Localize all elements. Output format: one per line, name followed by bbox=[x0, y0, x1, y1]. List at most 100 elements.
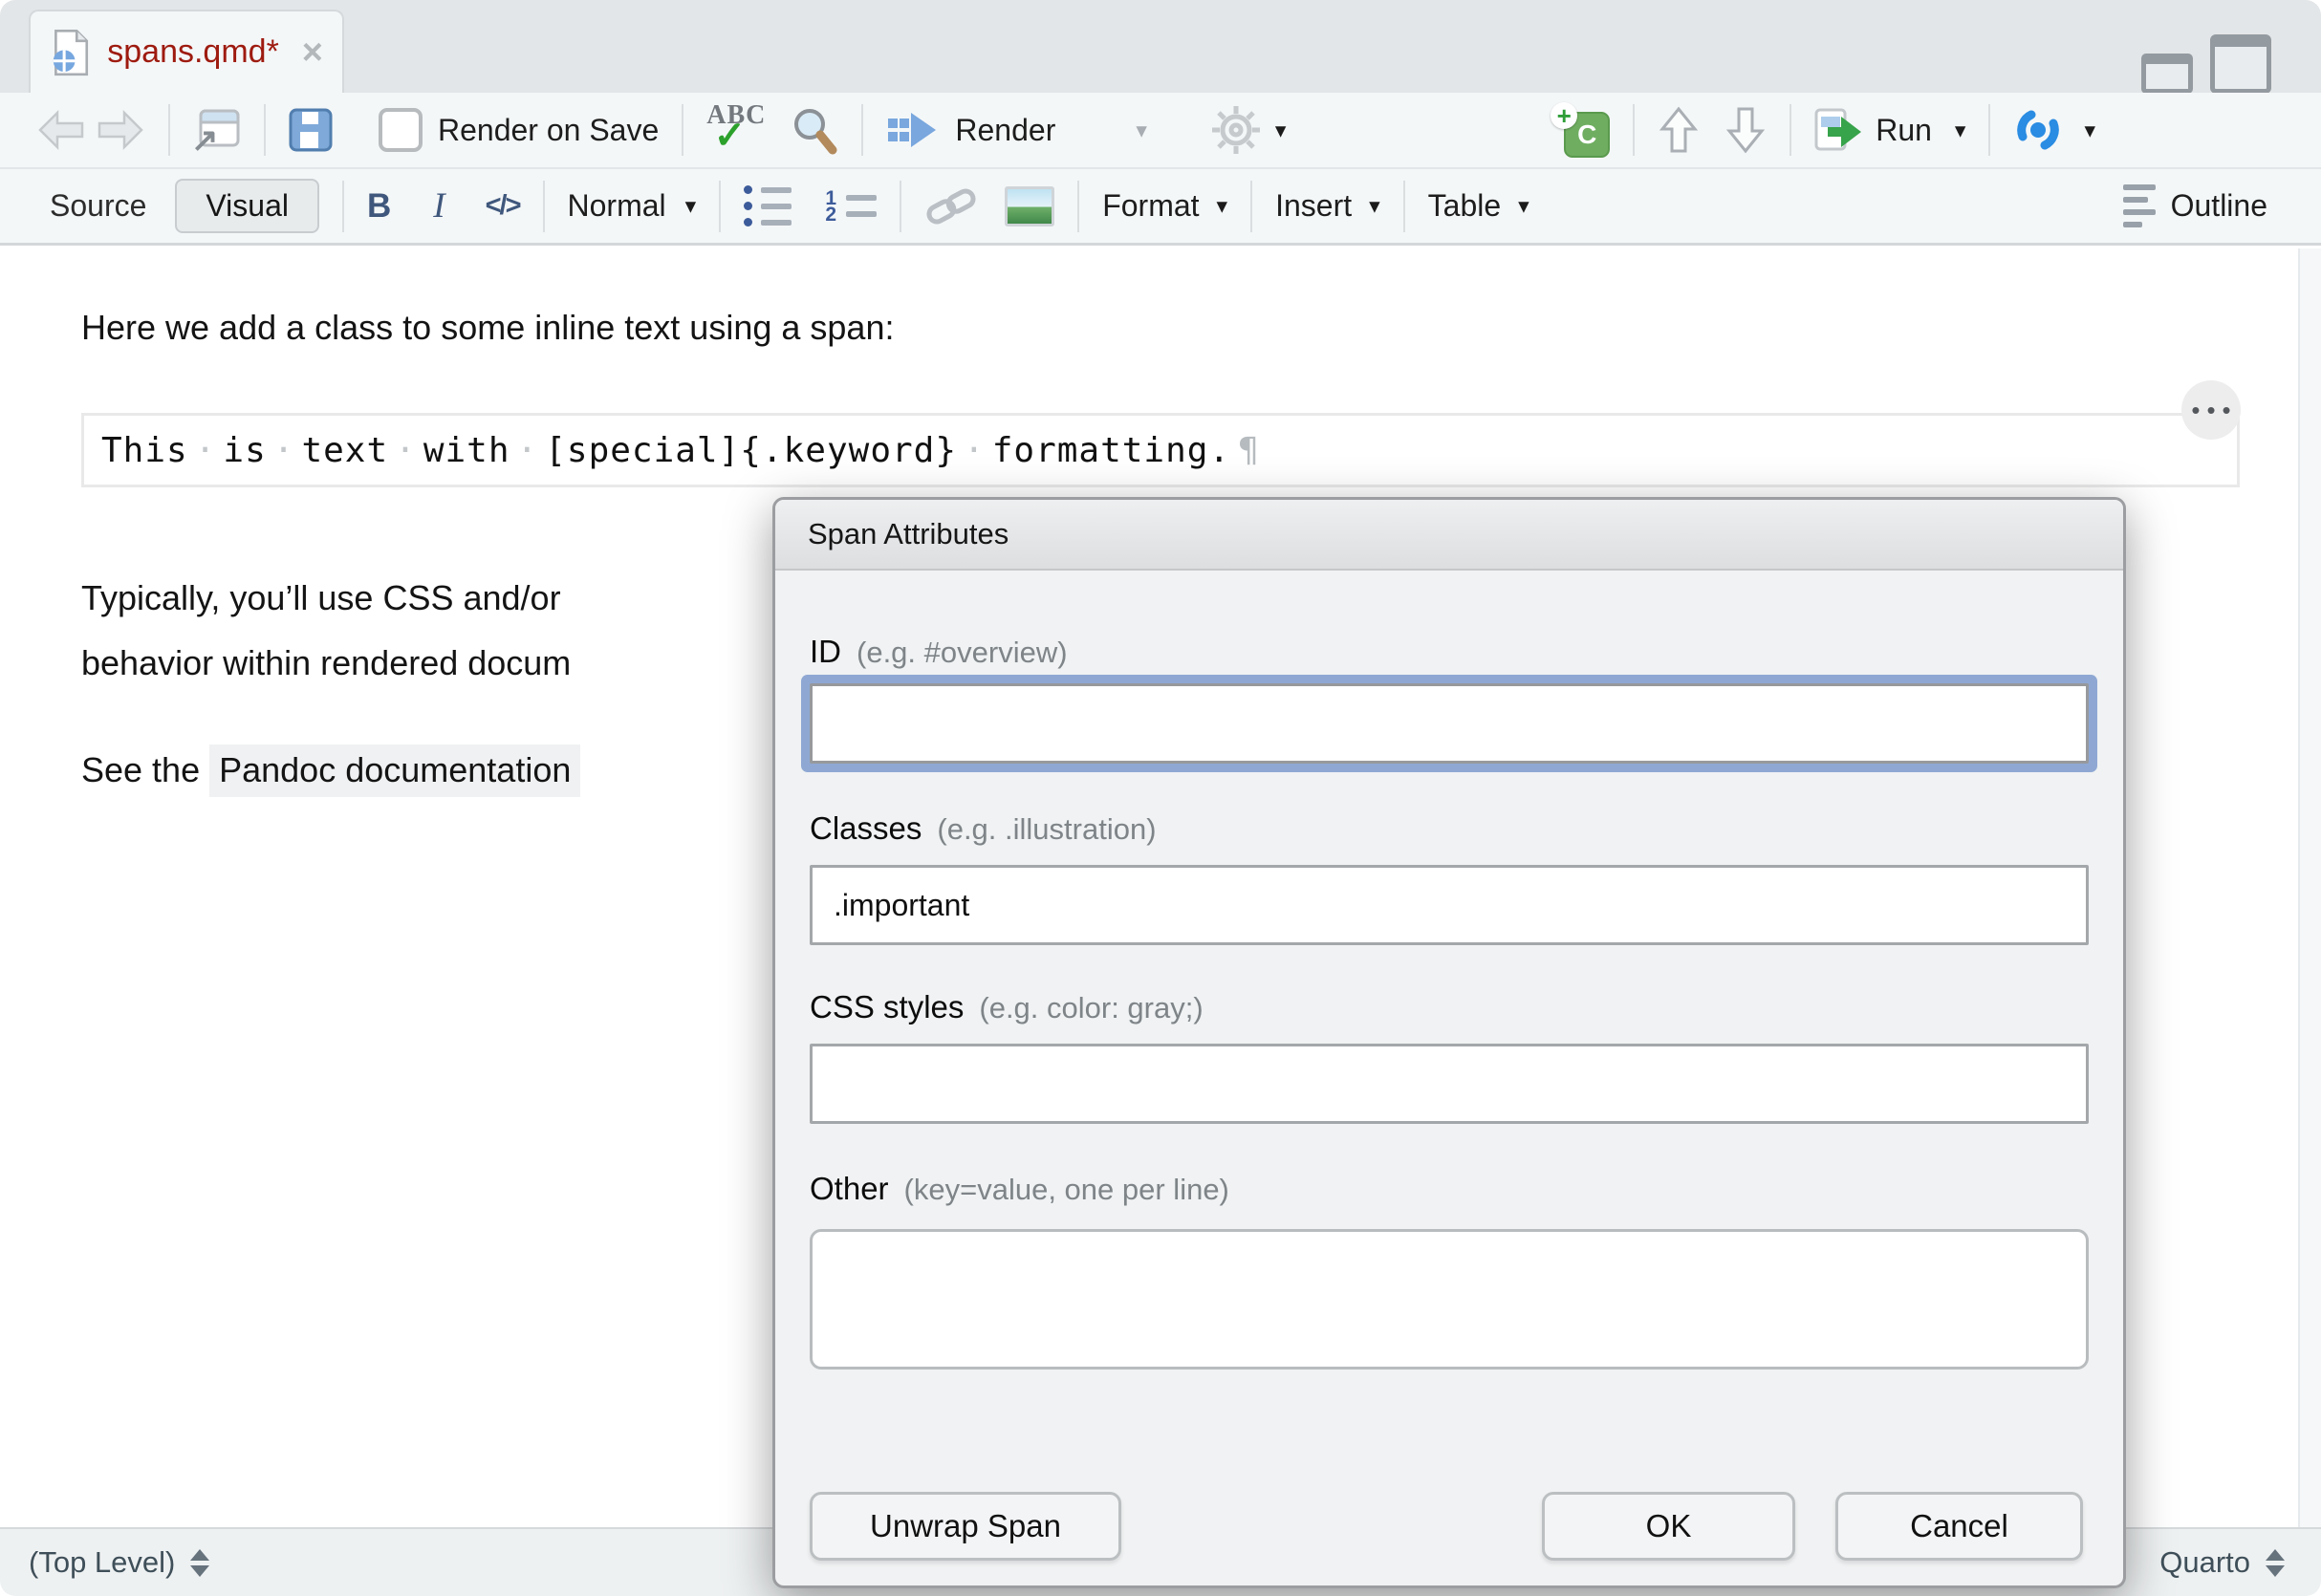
insert-dropdown-icon: ▾ bbox=[1369, 193, 1380, 219]
paragraph-3-prefix: See the bbox=[81, 750, 209, 789]
insert-menu-label: Insert bbox=[1275, 188, 1352, 224]
save-button[interactable] bbox=[289, 108, 333, 152]
scope-selector[interactable]: (Top Level) bbox=[29, 1545, 209, 1580]
format-menu[interactable]: Format ▾ bbox=[1102, 188, 1227, 224]
style-dropdown-icon: ▾ bbox=[685, 193, 697, 219]
cancel-button[interactable]: Cancel bbox=[1835, 1492, 2083, 1561]
italic-button[interactable]: I bbox=[433, 185, 445, 226]
ellipsis-icon: ••• bbox=[2191, 396, 2237, 425]
search-icon bbox=[791, 105, 838, 155]
rerun-setup-button[interactable]: ▾ bbox=[2013, 105, 2095, 155]
run-button[interactable]: Run ▾ bbox=[1814, 108, 1965, 152]
span-attributes-edit-button[interactable]: ••• bbox=[2181, 380, 2241, 440]
forward-button[interactable] bbox=[96, 109, 145, 151]
tab-bar: spans.qmd* × bbox=[0, 0, 2321, 95]
render-on-save-checkbox[interactable] bbox=[379, 108, 423, 152]
spellcheck-check-icon: ✓ bbox=[714, 120, 747, 151]
editor-toolbar: ↗ Render on Save ABC ✓ bbox=[0, 93, 2321, 169]
visual-editor-toolbar: Source Visual B I </> Normal ▾ 1 2 bbox=[0, 169, 2321, 246]
render-button[interactable]: Render bbox=[886, 109, 1055, 151]
bold-button[interactable]: B bbox=[367, 187, 391, 226]
other-field-hint: (key=value, one per line) bbox=[904, 1173, 1229, 1206]
sync-icon bbox=[2013, 105, 2063, 155]
run-icon bbox=[1814, 108, 1862, 152]
image-button[interactable] bbox=[1005, 186, 1054, 226]
down-arrow-icon bbox=[1724, 105, 1767, 155]
format-dropdown-icon: ▾ bbox=[1217, 193, 1228, 219]
forward-arrow-icon bbox=[96, 109, 145, 151]
next-section-button[interactable] bbox=[1724, 105, 1767, 155]
settings-button[interactable]: ▾ bbox=[1210, 104, 1287, 156]
save-icon bbox=[289, 108, 333, 152]
rerun-dropdown-icon: ▾ bbox=[2084, 118, 2095, 143]
run-label: Run bbox=[1876, 113, 1932, 148]
id-field-hint: (e.g. #overview) bbox=[857, 636, 1068, 669]
render-icon bbox=[886, 109, 938, 151]
source-mode-button[interactable]: Source bbox=[50, 188, 146, 224]
open-in-new-window-button[interactable]: ↗ bbox=[193, 106, 241, 154]
spellcheck-button[interactable]: ABC ✓ bbox=[706, 105, 766, 151]
css-field-label: CSS styles(e.g. color: gray;) bbox=[810, 989, 1204, 1025]
other-input[interactable] bbox=[810, 1229, 2089, 1370]
gear-icon bbox=[1210, 104, 1262, 156]
editor-paragraph-1[interactable]: Here we add a class to some inline text … bbox=[81, 308, 894, 348]
maximize-pane-icon[interactable] bbox=[2210, 34, 2271, 94]
visual-mode-button[interactable]: Visual bbox=[175, 179, 319, 233]
editor-paragraph-3[interactable]: See the Pandoc documentation bbox=[81, 750, 580, 790]
editor-scrollbar-gutter[interactable] bbox=[2298, 248, 2321, 1527]
back-arrow-icon bbox=[36, 109, 86, 151]
classes-field-label: Classes(e.g. .illustration) bbox=[810, 810, 1157, 847]
classes-input[interactable] bbox=[810, 865, 2089, 945]
paragraph-style-dropdown[interactable]: Normal ▾ bbox=[568, 188, 697, 224]
table-menu-label: Table bbox=[1428, 188, 1502, 224]
link-icon bbox=[924, 185, 978, 227]
doc-type-label: Quarto bbox=[2159, 1545, 2250, 1580]
find-replace-button[interactable] bbox=[791, 105, 838, 155]
previous-section-button[interactable] bbox=[1658, 105, 1700, 155]
outline-icon bbox=[2123, 184, 2156, 227]
rstudio-source-pane: spans.qmd* × ↗ bbox=[0, 0, 2321, 1596]
minimize-pane-icon[interactable] bbox=[2141, 54, 2193, 94]
format-menu-label: Format bbox=[1102, 188, 1199, 224]
render-on-save-label: Render on Save bbox=[438, 113, 659, 148]
quarto-document-icon bbox=[52, 26, 90, 79]
outline-toggle-button[interactable]: Outline bbox=[2123, 184, 2267, 227]
outline-label: Outline bbox=[2171, 188, 2267, 224]
run-dropdown-icon: ▾ bbox=[1955, 118, 1966, 143]
code-button[interactable]: </> bbox=[486, 190, 520, 222]
other-field-label: Other(key=value, one per line) bbox=[810, 1171, 1229, 1207]
paragraph-style-label: Normal bbox=[568, 188, 666, 224]
span-outline-box[interactable]: This·is·text·with·[special]{.keyword}·fo… bbox=[81, 413, 2240, 487]
bullet-list-button[interactable] bbox=[744, 185, 792, 226]
insert-menu[interactable]: Insert ▾ bbox=[1275, 188, 1380, 224]
table-menu[interactable]: Table ▾ bbox=[1428, 188, 1529, 224]
numbered-list-button[interactable]: 1 2 bbox=[824, 194, 877, 219]
back-button[interactable] bbox=[36, 109, 86, 151]
span-attributes-dialog: Span Attributes ID(e.g. #overview) Class… bbox=[772, 497, 2126, 1588]
render-options-dropdown-icon[interactable]: ▾ bbox=[1136, 118, 1147, 143]
id-field-label: ID(e.g. #overview) bbox=[810, 634, 1068, 670]
popout-arrow-icon: ↗ bbox=[191, 121, 219, 160]
dialog-title: Span Attributes bbox=[775, 500, 2123, 571]
scope-label: (Top Level) bbox=[29, 1545, 175, 1580]
code-line[interactable]: This·is·text·with·[special]{.keyword}·fo… bbox=[101, 431, 1260, 470]
doc-type-updown-icon bbox=[2266, 1549, 2285, 1577]
tab-title: spans.qmd* bbox=[107, 33, 279, 71]
link-button[interactable] bbox=[924, 185, 978, 227]
up-arrow-icon bbox=[1658, 105, 1700, 155]
render-label: Render bbox=[955, 113, 1055, 148]
scope-updown-icon bbox=[190, 1549, 209, 1577]
pandoc-documentation-link[interactable]: Pandoc documentation bbox=[209, 744, 580, 797]
editor-paragraph-2[interactable]: Typically, you’ll use CSS and/or behavio… bbox=[81, 566, 571, 696]
document-type-selector[interactable]: Quarto bbox=[2159, 1545, 2285, 1580]
tab-close-icon[interactable]: × bbox=[302, 34, 323, 71]
insert-chunk-button[interactable]: C + bbox=[1551, 102, 1610, 158]
unwrap-span-button[interactable]: Unwrap Span bbox=[810, 1492, 1121, 1561]
css-styles-input[interactable] bbox=[810, 1044, 2089, 1124]
id-input[interactable] bbox=[810, 683, 2089, 764]
css-field-hint: (e.g. color: gray;) bbox=[979, 991, 1203, 1024]
settings-dropdown-icon: ▾ bbox=[1275, 118, 1287, 143]
table-dropdown-icon: ▾ bbox=[1518, 193, 1529, 219]
ok-button[interactable]: OK bbox=[1542, 1492, 1795, 1561]
tab-spans-qmd[interactable]: spans.qmd* × bbox=[29, 10, 344, 93]
